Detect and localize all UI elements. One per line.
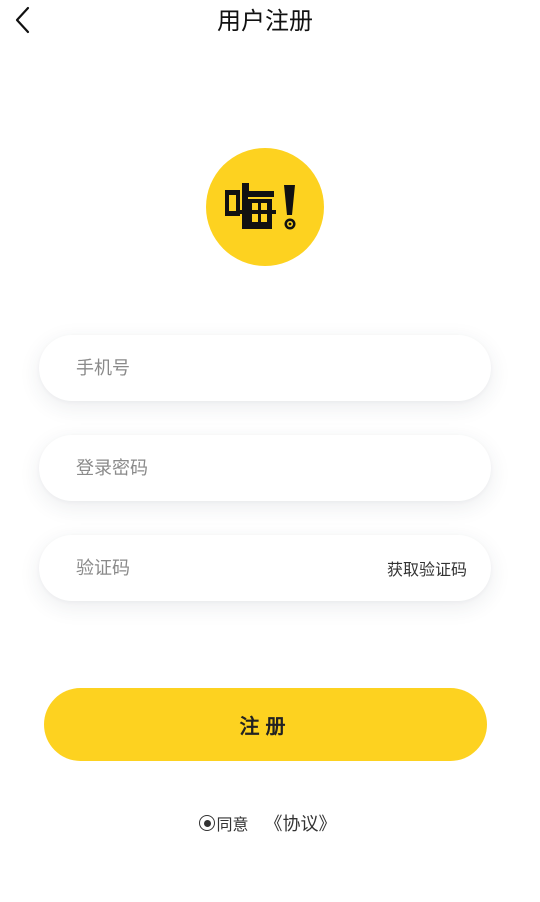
verification-code-field: 获取验证码 xyxy=(39,535,491,601)
agree-label: 同意 xyxy=(216,815,249,834)
page-title: 用户注册 xyxy=(217,7,313,35)
password-input[interactable] xyxy=(76,435,467,501)
password-field xyxy=(39,435,491,501)
register-button[interactable]: 注册 xyxy=(44,688,487,761)
agreement-row: 同意 《协议》 xyxy=(0,810,536,836)
agree-radio[interactable] xyxy=(199,815,216,831)
phone-input[interactable] xyxy=(76,335,467,401)
register-page: 用户注册 获取验证码 xyxy=(0,0,540,902)
header: 用户注册 xyxy=(0,0,540,44)
radio-checked-dot-icon xyxy=(203,819,211,827)
app-logo xyxy=(206,148,324,266)
logo-mark xyxy=(225,183,296,230)
protocol-link[interactable]: 《协议》 xyxy=(265,810,337,836)
verification-code-input[interactable] xyxy=(76,535,387,601)
phone-field xyxy=(39,335,491,401)
get-code-button[interactable]: 获取验证码 xyxy=(387,556,467,580)
